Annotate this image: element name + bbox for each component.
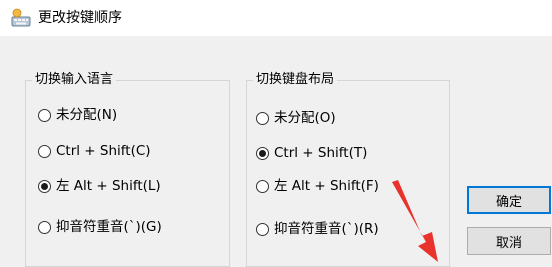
radio-button[interactable] [38,144,51,158]
radio-button[interactable] [38,220,51,234]
keyboard-icon [11,8,31,27]
radio-button[interactable] [256,179,269,193]
cancel-button[interactable]: 取消 [467,227,551,255]
radio-button[interactable] [256,222,269,236]
input-language-group-title: 切换输入语言 [32,71,117,89]
radio-input-unassigned[interactable]: 未分配(N) [38,106,117,124]
radio-label: 抑音符重音(`)(G) [56,219,162,235]
radio-button-checked[interactable] [38,179,51,193]
radio-layout-ctrl-shift[interactable]: Ctrl + Shift(T) [256,144,367,162]
radio-layout-grave-accent[interactable]: 抑音符重音(`)(R) [256,220,379,238]
radio-input-grave-accent[interactable]: 抑音符重音(`)(G) [38,218,162,236]
window-title: 更改按键顺序 [38,10,122,26]
dialog-body: 切换输入语言 切换键盘布局 未分配(N) Ctrl + Shift(C) 左 A… [0,36,552,267]
keyboard-layout-group-title: 切换键盘布局 [253,71,338,89]
ok-button[interactable]: 确定 [467,186,551,214]
radio-label: 抑音符重音(`)(R) [274,221,379,237]
radio-label: 未分配(N) [56,107,118,123]
radio-button[interactable] [256,111,269,125]
radio-layout-unassigned[interactable]: 未分配(O) [256,109,336,127]
radio-label: Ctrl + Shift(C) [56,143,151,159]
radio-button-checked[interactable] [256,146,269,160]
radio-label: 未分配(O) [274,110,336,126]
radio-input-ctrl-shift[interactable]: Ctrl + Shift(C) [38,142,151,160]
radio-layout-left-alt-shift[interactable]: 左 Alt + Shift(F) [256,177,379,195]
radio-button[interactable] [38,108,51,122]
radio-label: Ctrl + Shift(T) [274,145,368,161]
radio-label: 左 Alt + Shift(L) [56,178,161,194]
radio-label: 左 Alt + Shift(F) [274,178,379,194]
title-bar: 更改按键顺序 [0,0,552,36]
radio-input-left-alt-shift[interactable]: 左 Alt + Shift(L) [38,177,161,195]
annotation-arrow-icon [392,180,438,262]
